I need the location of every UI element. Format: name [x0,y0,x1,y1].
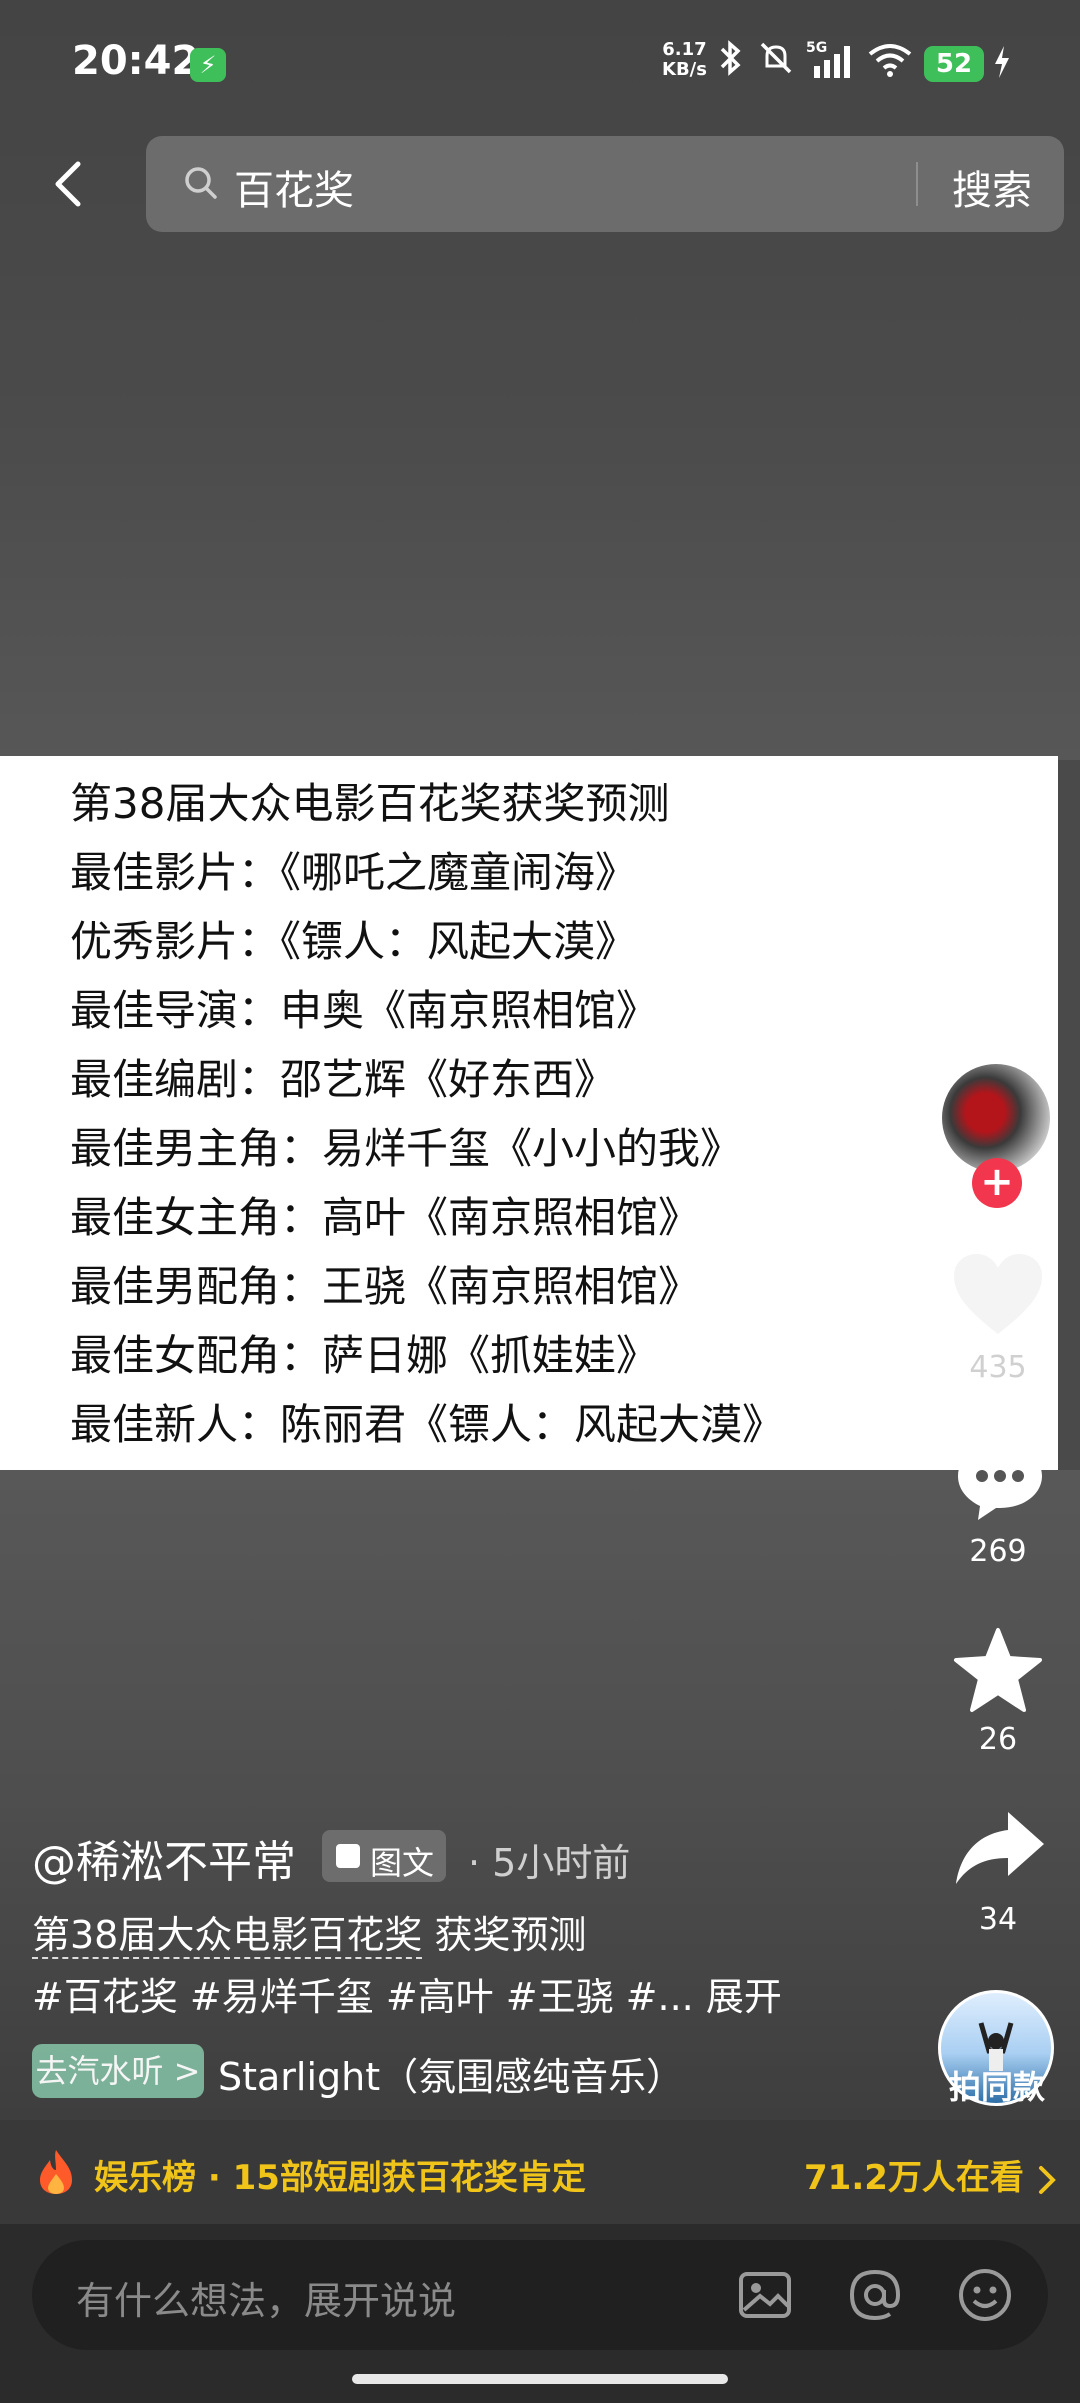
post-image-card[interactable]: 第38届大众电影百花奖获奖预测 最佳影片：《哪吒之魔童闹海》 优秀影片：《镖人：… [0,756,1058,1470]
comment-placeholder: 有什么想法，展开说说 [76,2279,457,2323]
search-bar[interactable]: 百花奖 搜索 [146,136,1064,232]
follow-plus-icon[interactable]: + [972,1158,1022,1208]
bottom-bar: 有什么想法，展开说说 [0,2224,1080,2403]
home-indicator[interactable] [352,2374,728,2384]
star-icon[interactable] [952,1626,1044,1714]
trending-bar[interactable]: 娱乐榜 · 15部短剧获百花奖肯定 71.2万人在看 [0,2120,1080,2224]
search-input[interactable]: 百花奖 [234,158,354,216]
card-line: 最佳女主角：高叶《南京照相馆》 [70,1193,701,1242]
trending-viewers: 71.2万人在看 [804,2150,1058,2199]
comment-input[interactable]: 有什么想法，展开说说 [32,2240,1048,2350]
post-hashtags[interactable]: #百花奖 #易烊千玺 #高叶 #王骁 #... 展开 [32,1966,782,2021]
signal-label: 5G [806,40,827,56]
search-button[interactable]: 搜索 [952,158,1032,216]
like-count: 435 [969,1350,1027,1385]
post-time: · 5小时前 [468,1841,631,1885]
heart-icon[interactable] [950,1250,1046,1340]
comment-count: 269 [969,1534,1027,1569]
video-background-bottom [0,1470,1080,2120]
post-type-badge: 图文 [322,1830,446,1882]
card-line: 最佳影片：《哪吒之魔童闹海》 [70,848,638,897]
same-style-button[interactable]: 拍同款 [930,2062,1064,2108]
battery-charging-icon [992,44,1012,88]
cellular-signal-icon: 5G [806,40,856,89]
author-name[interactable]: @稀淞不平常 [32,1826,296,1890]
status-time: 20:42 [72,38,200,84]
image-icon[interactable] [736,2266,794,2324]
card-line: 最佳男配角：王骁《南京照相馆》 [70,1262,701,1311]
trending-text: 娱乐榜 · 15部短剧获百花奖肯定 [94,2158,586,2198]
search-icon [184,166,218,200]
net-speed-unit: KB/s [662,59,707,80]
chevron-right-icon [1038,2165,1056,2194]
net-speed-value: 6.17 [662,39,707,60]
share-arrow-icon[interactable] [952,1808,1048,1888]
viewer-count: 71.2万人在看 [804,2158,1024,2198]
back-arrow-icon[interactable] [48,160,88,208]
search-divider [916,162,918,206]
card-line: 优秀影片：《镖人：风起大漠》 [70,917,638,966]
description-link[interactable]: 第38届大众电影百花奖 [32,1913,423,1959]
image-text-icon [336,1844,360,1868]
fire-icon [36,2148,76,2196]
battery-indicator: 52 [924,46,984,82]
at-mention-icon[interactable] [846,2266,904,2324]
share-count: 34 [978,1902,1018,1937]
card-line: 最佳新人：陈丽君《镖人：风起大漠》 [70,1400,785,1449]
favorite-count: 26 [978,1722,1018,1757]
mute-bell-icon [758,40,794,85]
charging-app-icon: ⚡ [190,48,226,82]
bluetooth-icon [716,40,746,85]
post-description: 第38届大众电影百花奖 获奖预测 [32,1904,586,1959]
network-speed: 6.17 KB/s [662,40,707,80]
music-title[interactable]: Starlight（氛围感纯音乐） [218,2046,684,2101]
description-text: 获奖预测 [422,1913,587,1957]
status-bar: 20:42 ⚡ 6.17 KB/s 5G 52 [0,0,1080,130]
post-type-label: 图文 [370,1844,435,1882]
card-line: 最佳编剧：邵艺辉《好东西》 [70,1055,617,1104]
emoji-icon[interactable] [956,2266,1014,2324]
music-app-button[interactable]: 去汽水听 > [32,2044,204,2098]
card-line: 最佳女配角：萨日娜《抓娃娃》 [70,1331,659,1380]
comment-bubble-icon[interactable] [954,1440,1046,1524]
wifi-icon [866,40,914,87]
card-line: 最佳导演：申奥《南京照相馆》 [70,986,659,1035]
card-line: 最佳男主角：易烊千玺《小小的我》 [70,1124,743,1173]
card-title: 第38届大众电影百花奖获奖预测 [70,779,670,828]
